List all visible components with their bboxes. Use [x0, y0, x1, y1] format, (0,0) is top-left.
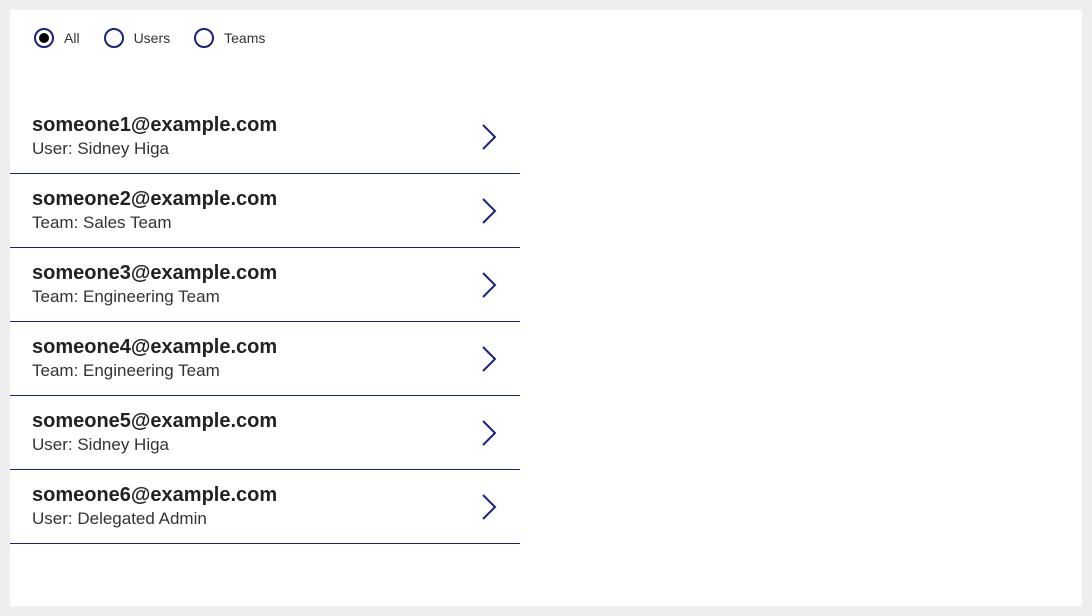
list-item-primary: someone4@example.com	[32, 336, 277, 359]
radio-label: Teams	[224, 30, 265, 46]
list-item[interactable]: someone1@example.com User: Sidney Higa	[10, 100, 520, 174]
radio-label: Users	[134, 30, 171, 46]
chevron-right-icon	[480, 122, 498, 152]
list-item-text: someone5@example.com User: Sidney Higa	[32, 410, 277, 455]
radio-label: All	[64, 30, 80, 46]
list-item-primary: someone6@example.com	[32, 484, 277, 507]
radio-option-teams[interactable]: Teams	[194, 28, 265, 48]
list-item-text: someone2@example.com Team: Sales Team	[32, 188, 277, 233]
list-item-text: someone6@example.com User: Delegated Adm…	[32, 484, 277, 529]
list-item-primary: someone2@example.com	[32, 188, 277, 211]
list-item-text: someone3@example.com Team: Engineering T…	[32, 262, 277, 307]
list-item-secondary: Team: Engineering Team	[32, 287, 277, 307]
chevron-right-icon	[480, 344, 498, 374]
list-item-primary: someone5@example.com	[32, 410, 277, 433]
radio-option-all[interactable]: All	[34, 28, 80, 48]
mailbox-list[interactable]: someone1@example.com User: Sidney Higa s…	[10, 100, 520, 590]
list-item[interactable]: someone4@example.com Team: Engineering T…	[10, 322, 520, 396]
chevron-right-icon	[480, 492, 498, 522]
list-item[interactable]: someone2@example.com Team: Sales Team	[10, 174, 520, 248]
list-item-secondary: Team: Sales Team	[32, 213, 277, 233]
list-item-secondary: User: Sidney Higa	[32, 139, 277, 159]
chevron-right-icon	[480, 270, 498, 300]
radio-icon	[104, 28, 124, 48]
list-item-primary: someone1@example.com	[32, 114, 277, 137]
list-item-primary: someone3@example.com	[32, 262, 277, 285]
list-item[interactable]: someone3@example.com Team: Engineering T…	[10, 248, 520, 322]
radio-option-users[interactable]: Users	[104, 28, 171, 48]
list-item-text: someone1@example.com User: Sidney Higa	[32, 114, 277, 159]
radio-icon	[34, 28, 54, 48]
list-item-secondary: Team: Engineering Team	[32, 361, 277, 381]
radio-icon	[194, 28, 214, 48]
list-item[interactable]: someone5@example.com User: Sidney Higa	[10, 396, 520, 470]
filter-bar: All Users Teams	[10, 10, 1082, 48]
list-item[interactable]: someone6@example.com User: Delegated Adm…	[10, 470, 520, 544]
chevron-right-icon	[480, 196, 498, 226]
list-item-text: someone4@example.com Team: Engineering T…	[32, 336, 277, 381]
chevron-right-icon	[480, 418, 498, 448]
panel: All Users Teams someone1@example.com Use…	[10, 10, 1082, 606]
list-item-secondary: User: Delegated Admin	[32, 509, 277, 529]
list-item-secondary: User: Sidney Higa	[32, 435, 277, 455]
